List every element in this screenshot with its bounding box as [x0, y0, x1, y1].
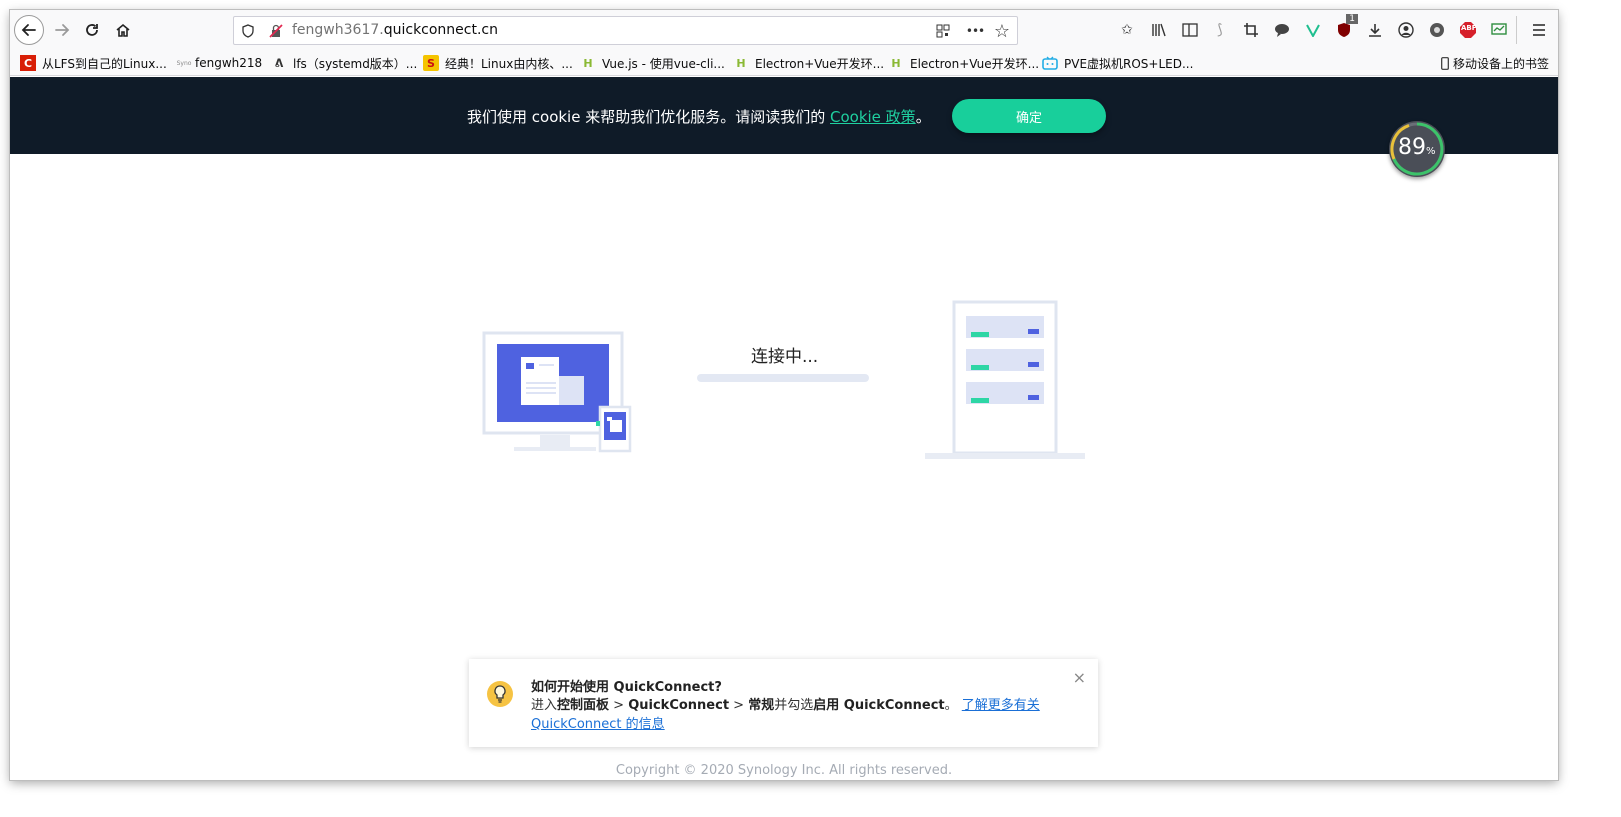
back-button[interactable]: [14, 15, 44, 45]
reload-icon: [86, 24, 98, 36]
tip-enable: 启用 QuickConnect: [813, 698, 945, 713]
mobile-bookmarks[interactable]: 移动设备上的书签: [1440, 54, 1549, 72]
arrow-right-icon: [55, 24, 70, 36]
vue-devtools-icon[interactable]: [1302, 19, 1324, 41]
privacy-badger-icon[interactable]: [1426, 19, 1448, 41]
bookmark-item[interactable]: C 从LFS到自己的Linux...: [20, 54, 167, 72]
csdn-icon: C: [20, 55, 36, 71]
account-icon[interactable]: [1395, 19, 1417, 41]
cookie-suffix: 。: [915, 108, 931, 126]
mobile-bookmarks-label: 移动设备上的书签: [1453, 56, 1550, 71]
quickconnect-tip-card: 如何开始使用 QuickConnect? 进入控制面板 > QuickConne…: [469, 659, 1098, 747]
speed-value: 89%: [1398, 135, 1436, 160]
close-tip-button[interactable]: ×: [1073, 668, 1086, 687]
library-icon[interactable]: [1148, 19, 1170, 41]
bookmarks-toolbar: C 从LFS到自己的Linux... Syno fengwh218 ᕕ lfs（…: [10, 50, 1558, 76]
cookie-accept-button[interactable]: 确定: [952, 99, 1106, 133]
tip-sep: >: [729, 698, 749, 713]
network-speed-widget[interactable]: 89%: [1389, 121, 1445, 177]
shield-icon[interactable]: [238, 21, 258, 41]
tip-general: 常规: [748, 698, 775, 713]
pocket-star-icon[interactable]: ✩: [1116, 19, 1138, 41]
chat-bubble-icon[interactable]: [1271, 19, 1293, 41]
tip-body: 进入控制面板 > QuickConnect > 常规并勾选启用 QuickCon…: [531, 696, 1061, 734]
bookmark-label: 经典！Linux由内核、...: [445, 56, 573, 71]
bookmark-label: 从LFS到自己的Linux...: [42, 56, 167, 71]
bookmark-item[interactable]: PVE虚拟机ROS+LED...: [1042, 54, 1193, 72]
bookmark-item[interactable]: Syno fengwh218: [175, 54, 263, 72]
sidebar-icon[interactable]: [1179, 19, 1201, 41]
cookie-message: 我们使用 cookie 来帮助我们优化服务。请阅读我们的 Cookie 政策。: [467, 106, 931, 127]
adblock-plus-icon[interactable]: ABP: [1457, 19, 1479, 41]
page-actions-button[interactable]: •••: [965, 21, 985, 41]
url-text[interactable]: fengwh3617.quickconnect.cn: [292, 22, 498, 38]
tip-text: 并勾选: [774, 698, 814, 713]
page-content: 我们使用 cookie 来帮助我们优化服务。请阅读我们的 Cookie 政策。 …: [10, 77, 1558, 780]
home-button[interactable]: [109, 16, 137, 44]
qr-code-icon[interactable]: [933, 21, 953, 41]
phone-icon: [1440, 55, 1450, 71]
crop-icon[interactable]: [1240, 19, 1262, 41]
bookmark-item[interactable]: H Electron+Vue开发环...: [888, 54, 1039, 72]
ublock-icon[interactable]: 1: [1333, 14, 1358, 41]
star-icon[interactable]: ☆: [992, 21, 1012, 42]
connecting-label: 连接中...: [751, 347, 819, 367]
cookie-policy-link[interactable]: Cookie 政策: [830, 108, 916, 126]
download-icon[interactable]: [1364, 19, 1386, 41]
url-subdomain: fengwh3617.: [292, 22, 384, 38]
menu-icon[interactable]: [1528, 19, 1550, 41]
synology-icon: Syno: [176, 59, 192, 67]
blog-s-icon: S: [423, 55, 439, 71]
arrow-left-icon: [21, 24, 36, 36]
url-domain: quickconnect.cn: [383, 22, 499, 38]
tip-text: 。: [944, 698, 962, 713]
link-icon[interactable]: ⟆: [1209, 19, 1231, 41]
tip-sep: >: [609, 698, 629, 713]
forward-button[interactable]: [48, 16, 76, 44]
address-bar[interactable]: fengwh3617.quickconnect.cn ••• ☆: [233, 16, 1018, 45]
bilibili-tv-icon: [1042, 55, 1058, 71]
toolbar-divider: [1516, 16, 1517, 44]
ublock-badge: 1: [1346, 14, 1358, 24]
bookmark-label: fengwh218: [195, 56, 263, 70]
tip-title: 如何开始使用 QuickConnect?: [531, 680, 722, 695]
bookmark-item[interactable]: H Electron+Vue开发环...: [733, 54, 884, 72]
tip-quickconnect: QuickConnect: [628, 698, 730, 713]
cookie-text: 我们使用 cookie 来帮助我们优化服务。请阅读我们的: [467, 108, 830, 126]
h-site-icon: H: [891, 56, 901, 70]
speed-number: 89: [1398, 135, 1426, 160]
bookmark-label: PVE虚拟机ROS+LED...: [1064, 56, 1194, 71]
copyright-text: Copyright © 2020 Synology Inc. All right…: [615, 763, 953, 778]
lfs-icon: ᕕ: [274, 56, 284, 70]
bookmark-label: Vue.js - 使用vue-cli...: [602, 56, 725, 71]
cookie-banner: 我们使用 cookie 来帮助我们优化服务。请阅读我们的 Cookie 政策。 …: [10, 77, 1558, 154]
h-site-icon: H: [583, 56, 593, 70]
h-site-icon: H: [736, 56, 746, 70]
browser-window: fengwh3617.quickconnect.cn ••• ☆ ✩ ⟆ 1 A…: [10, 10, 1558, 780]
lightbulb-icon: [487, 681, 513, 707]
tip-control-panel: 控制面板: [557, 698, 610, 713]
server-illustration: [925, 300, 1085, 459]
bookmark-item[interactable]: ᕕ lfs（systemd版本）...: [271, 54, 418, 72]
tip-text: 进入: [531, 698, 558, 713]
bookmark-item[interactable]: S 经典！Linux由内核、...: [423, 54, 573, 72]
home-icon: [116, 23, 130, 37]
insecure-lock-icon[interactable]: [266, 21, 286, 41]
reload-button[interactable]: [78, 16, 106, 44]
bookmark-label: Electron+Vue开发环...: [910, 56, 1040, 71]
connection-progress-bar: [697, 374, 869, 382]
computer-illustration: [482, 331, 632, 453]
bookmark-item[interactable]: H Vue.js - 使用vue-cli...: [580, 54, 725, 72]
browser-toolbar: fengwh3617.quickconnect.cn ••• ☆ ✩ ⟆ 1 A…: [10, 10, 1558, 50]
abp-label: ABP: [1461, 24, 1477, 32]
speed-unit: %: [1426, 146, 1436, 157]
bookmark-label: Electron+Vue开发环...: [755, 56, 885, 71]
screenshot-icon[interactable]: [1488, 19, 1510, 41]
bookmark-label: lfs（systemd版本）...: [293, 56, 418, 71]
